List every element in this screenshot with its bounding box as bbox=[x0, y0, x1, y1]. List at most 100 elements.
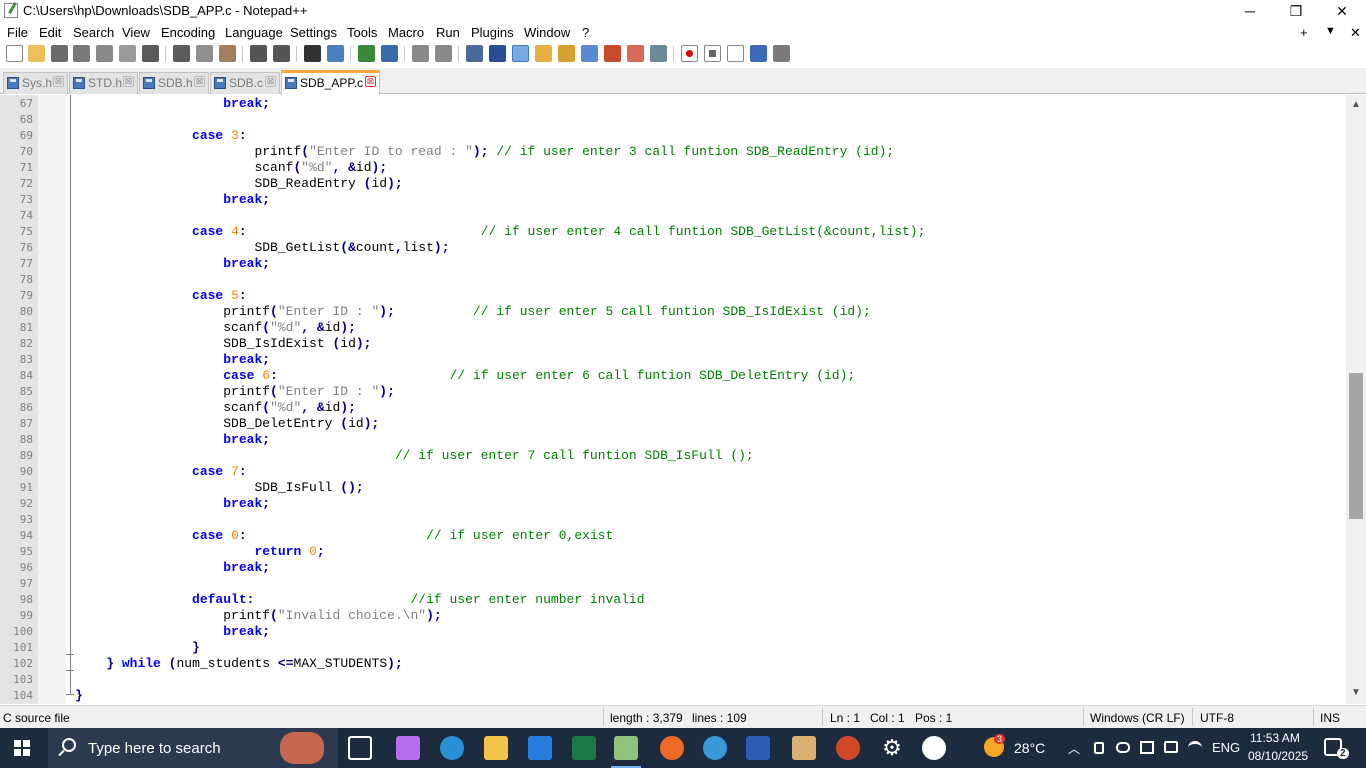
record-macro-icon[interactable] bbox=[681, 45, 698, 62]
browser-icon[interactable] bbox=[660, 736, 684, 760]
notepadpp-taskbar-icon[interactable] bbox=[614, 736, 638, 760]
search-highlight-octopus-icon[interactable] bbox=[280, 732, 324, 764]
new-document-plus-icon[interactable]: + bbox=[1300, 25, 1308, 40]
new-file-icon[interactable] bbox=[6, 45, 23, 62]
scroll-down-icon[interactable]: ▼ bbox=[1351, 687, 1361, 698]
excel-icon[interactable] bbox=[572, 736, 596, 760]
function-list-icon[interactable] bbox=[581, 45, 598, 62]
menu-plugins[interactable]: Plugins bbox=[471, 25, 514, 40]
print-icon[interactable] bbox=[142, 45, 159, 62]
close-button[interactable]: ✕ bbox=[1319, 0, 1365, 22]
save-all-icon[interactable] bbox=[73, 45, 90, 62]
close-tab-icon[interactable]: ⊠ bbox=[194, 76, 205, 87]
task-view-icon[interactable] bbox=[348, 736, 372, 760]
document-list-icon[interactable] bbox=[627, 45, 644, 62]
tab-label: SDB.c bbox=[229, 76, 264, 90]
define-language-icon[interactable] bbox=[535, 45, 552, 62]
scrollbar-thumb[interactable] bbox=[1349, 373, 1363, 519]
menu-settings[interactable]: Settings bbox=[290, 25, 337, 40]
play-macro-icon[interactable] bbox=[727, 45, 744, 62]
close-tab-icon[interactable]: ⊠ bbox=[365, 76, 376, 87]
powerpoint-icon[interactable] bbox=[836, 736, 860, 760]
show-hidden-icons-chevron-icon[interactable]: ︿ bbox=[1068, 740, 1080, 757]
minimize-button[interactable]: ─ bbox=[1227, 0, 1273, 22]
indent-guide-icon[interactable] bbox=[512, 45, 529, 62]
word-wrap-icon[interactable] bbox=[466, 45, 483, 62]
photos-icon[interactable] bbox=[922, 736, 946, 760]
app-icon[interactable] bbox=[703, 736, 727, 760]
wifi-icon[interactable] bbox=[1188, 741, 1202, 755]
settings-gear-icon[interactable]: ⚙ bbox=[880, 736, 904, 760]
archive-icon[interactable] bbox=[792, 736, 816, 760]
menu-edit[interactable]: Edit bbox=[39, 25, 61, 40]
tab-sdb-h[interactable]: SDB.h ⊠ bbox=[139, 72, 209, 94]
cut-icon[interactable] bbox=[173, 45, 190, 62]
menu-file[interactable]: File bbox=[7, 25, 28, 40]
save-macro-icon[interactable] bbox=[773, 45, 790, 62]
close-tab-icon[interactable]: ⊠ bbox=[53, 76, 64, 87]
close-file-icon[interactable] bbox=[96, 45, 113, 62]
meet-now-icon[interactable] bbox=[1094, 742, 1104, 754]
stop-macro-icon[interactable] bbox=[704, 45, 721, 62]
line-number: 67 bbox=[19, 97, 33, 110]
code-editor[interactable]: 67 68 69 70 71 72 73 74 75 76 77 78 79 80 81 82 83 84 85 86… bbox=[0, 95, 1346, 704]
edge-icon[interactable] bbox=[440, 736, 464, 760]
menu-search[interactable]: Search bbox=[73, 25, 114, 40]
pen-menu-icon[interactable] bbox=[1140, 741, 1154, 754]
menu-run[interactable]: Run bbox=[436, 25, 460, 40]
file-explorer-icon[interactable] bbox=[484, 736, 508, 760]
windows-start-icon[interactable] bbox=[14, 740, 30, 756]
undo-icon[interactable] bbox=[250, 45, 267, 62]
scroll-up-icon[interactable]: ▲ bbox=[1351, 99, 1361, 110]
maximize-button[interactable]: ❐ bbox=[1273, 0, 1319, 22]
doc-map-icon[interactable] bbox=[558, 45, 575, 62]
close-tab-icon[interactable]: ⊠ bbox=[123, 76, 134, 87]
word-icon[interactable] bbox=[746, 736, 770, 760]
menu-encoding[interactable]: Encoding bbox=[161, 25, 215, 40]
replace-icon[interactable] bbox=[327, 45, 344, 62]
redo-icon[interactable] bbox=[273, 45, 290, 62]
mail-icon[interactable] bbox=[528, 736, 552, 760]
status-encoding[interactable]: UTF-8 bbox=[1200, 711, 1234, 725]
save-icon[interactable] bbox=[51, 45, 68, 62]
paste-icon[interactable] bbox=[219, 45, 236, 62]
open-file-icon[interactable] bbox=[28, 45, 45, 62]
tab-sdb-app-c[interactable]: SDB_APP.c ⊠ bbox=[281, 70, 380, 95]
tab-sdb-c[interactable]: SDB.c ⊠ bbox=[210, 72, 280, 94]
find-icon[interactable] bbox=[304, 45, 321, 62]
tab-list-dropdown-icon[interactable]: ▼ bbox=[1325, 25, 1336, 37]
close-document-icon[interactable]: ✕ bbox=[1350, 25, 1361, 41]
language-indicator[interactable]: ENG bbox=[1212, 740, 1240, 755]
sync-horizontal-icon[interactable] bbox=[435, 45, 452, 62]
copy-icon[interactable] bbox=[196, 45, 213, 62]
run-macro-multiple-icon[interactable] bbox=[750, 45, 767, 62]
menu-help[interactable]: ? bbox=[582, 25, 589, 40]
show-all-chars-icon[interactable] bbox=[489, 45, 506, 62]
sync-vertical-icon[interactable] bbox=[412, 45, 429, 62]
menu-language[interactable]: Language bbox=[225, 25, 283, 40]
network-icon[interactable] bbox=[1164, 741, 1178, 753]
monitoring-icon[interactable] bbox=[650, 45, 667, 62]
menu-window[interactable]: Window bbox=[524, 25, 570, 40]
status-length: length : 3,379 bbox=[610, 711, 683, 725]
clock-date[interactable]: 08/10/2025 bbox=[1248, 749, 1308, 763]
tab-sys-h[interactable]: Sys.h ⊠ bbox=[3, 72, 68, 94]
clock-time[interactable]: 11:53 AM bbox=[1250, 731, 1300, 745]
folder-as-workspace-icon[interactable] bbox=[604, 45, 621, 62]
zoom-out-icon[interactable] bbox=[381, 45, 398, 62]
menu-macro[interactable]: Macro bbox=[388, 25, 424, 40]
vertical-scrollbar[interactable]: ▲ ▼ bbox=[1346, 95, 1366, 704]
weather-temp[interactable]: 28°C bbox=[1014, 740, 1045, 756]
menu-view[interactable]: View bbox=[122, 25, 150, 40]
tab-std-h[interactable]: STD.h ⊠ bbox=[69, 72, 138, 94]
menu-tools[interactable]: Tools bbox=[347, 25, 377, 40]
status-eol[interactable]: Windows (CR LF) bbox=[1090, 711, 1185, 725]
taskbar-search-box[interactable]: Type here to search bbox=[48, 728, 338, 768]
line-number: 95 bbox=[19, 545, 33, 558]
close-tab-icon[interactable]: ⊠ bbox=[265, 76, 276, 87]
zoom-in-icon[interactable] bbox=[358, 45, 375, 62]
copilot-icon[interactable] bbox=[396, 736, 420, 760]
close-all-icon[interactable] bbox=[119, 45, 136, 62]
onedrive-icon[interactable] bbox=[1116, 742, 1130, 753]
fold-margin[interactable] bbox=[38, 95, 66, 704]
